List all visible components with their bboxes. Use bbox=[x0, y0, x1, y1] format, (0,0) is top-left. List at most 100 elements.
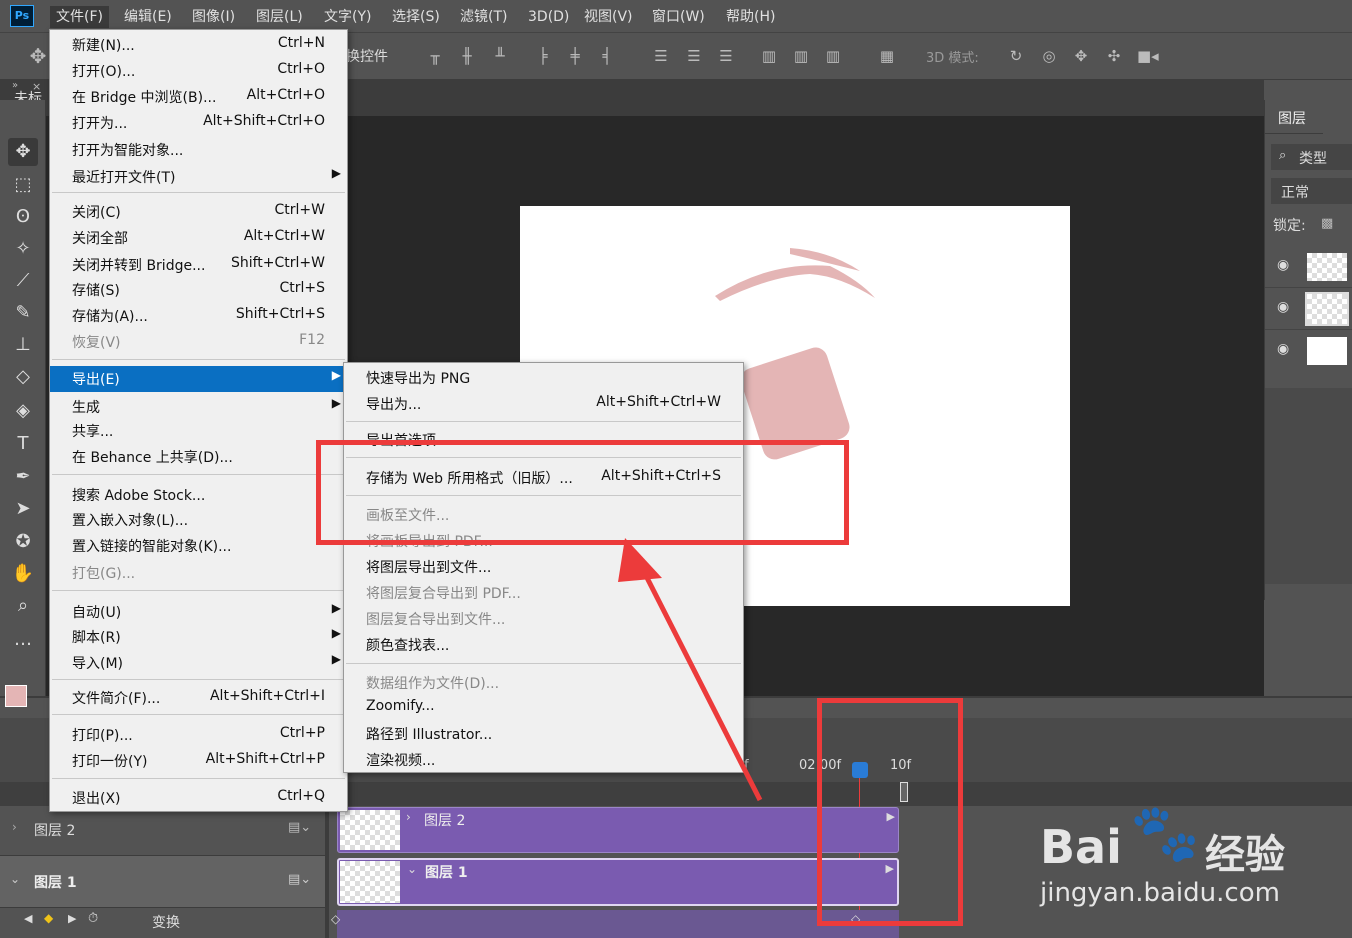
marquee-tool-icon[interactable]: ⬚ bbox=[8, 171, 38, 199]
menu-item-print-one[interactable]: 打印一份(Y) Alt+Shift+Ctrl+P bbox=[50, 748, 347, 774]
menu-item-close-all[interactable]: 关闭全部 Alt+Ctrl+W bbox=[50, 225, 347, 251]
menu-item-generate[interactable]: 生成 ▶ bbox=[50, 394, 347, 420]
menu-item-recent[interactable]: 最近打开文件(T) ▶ bbox=[50, 164, 347, 190]
menu-item-share[interactable]: 共享... bbox=[50, 418, 347, 444]
menu-item-open-as[interactable]: 打开为... Alt+Shift+Ctrl+O bbox=[50, 110, 347, 136]
shape-tool-icon[interactable]: ✪ bbox=[8, 528, 38, 556]
visibility-eye-icon[interactable]: ◉ bbox=[1277, 257, 1289, 273]
menu-item-quick-export-png[interactable]: 快速导出为 PNG bbox=[344, 365, 743, 391]
menu-edit[interactable]: 编辑(E) bbox=[124, 6, 172, 28]
menu-item-save[interactable]: 存储(S) Ctrl+S bbox=[50, 277, 347, 303]
eraser-tool-icon[interactable]: ◇ bbox=[8, 363, 38, 391]
timeline-layer-row[interactable]: › 图层 2 ▤⌄ bbox=[0, 806, 325, 856]
timeline-layer-row[interactable]: ⌄ 图层 1 ▤⌄ bbox=[0, 856, 325, 908]
hand-tool-icon[interactable]: ✋ bbox=[8, 560, 38, 588]
brush-tool-icon[interactable]: ✎ bbox=[8, 299, 38, 327]
eyedropper-icon[interactable]: ⟋ bbox=[8, 267, 38, 295]
menu-item-automate[interactable]: 自动(U) ▶ bbox=[50, 599, 347, 625]
distribute-left-icon[interactable]: ▥ bbox=[759, 46, 779, 66]
menu-file[interactable]: 文件(F) bbox=[50, 6, 109, 28]
3d-orbit-icon[interactable]: ↻ bbox=[1006, 46, 1026, 66]
menu-item-close-to-bridge[interactable]: 关闭并转到 Bridge... Shift+Ctrl+W bbox=[50, 252, 347, 278]
keyframe-icon[interactable]: ◇ bbox=[331, 912, 340, 926]
menu-item-scripts[interactable]: 脚本(R) ▶ bbox=[50, 624, 347, 650]
stamp-tool-icon[interactable]: ⊥ bbox=[8, 331, 38, 359]
menu-help[interactable]: 帮助(H) bbox=[726, 6, 775, 28]
menu-item-place-embedded[interactable]: 置入嵌入对象(L)... bbox=[50, 507, 347, 533]
expand-chevron-icon[interactable]: ⌄ bbox=[407, 862, 417, 876]
expand-chevron-icon[interactable]: › bbox=[406, 810, 411, 824]
lasso-tool-icon[interactable]: ʘ bbox=[8, 203, 38, 231]
menu-item-close[interactable]: 关闭(C) Ctrl+W bbox=[50, 199, 347, 225]
magic-wand-icon[interactable]: ✧ bbox=[8, 235, 38, 263]
more-tools-icon[interactable]: … bbox=[8, 626, 38, 654]
align-vcenter-icon[interactable]: ╫ bbox=[457, 46, 477, 66]
menu-item-exit[interactable]: 退出(X) Ctrl+Q bbox=[50, 785, 347, 811]
distribute-top-icon[interactable]: ☰ bbox=[651, 46, 671, 66]
3d-slide-icon[interactable]: ✣ bbox=[1104, 46, 1124, 66]
align-right-icon[interactable]: ╡ bbox=[597, 46, 617, 66]
menu-item-print[interactable]: 打印(P)... Ctrl+P bbox=[50, 722, 347, 748]
align-hcenter-icon[interactable]: ╪ bbox=[565, 46, 585, 66]
menu-item-save-as[interactable]: 存储为(A)... Shift+Ctrl+S bbox=[50, 303, 347, 329]
menu-window[interactable]: 窗口(W) bbox=[652, 6, 705, 28]
expand-chevron-icon[interactable]: › bbox=[12, 820, 17, 834]
layer-row[interactable]: ◉ bbox=[1265, 246, 1352, 288]
3d-pan-icon[interactable]: ✥ bbox=[1071, 46, 1091, 66]
auto-align-icon[interactable]: ▦ bbox=[877, 46, 897, 66]
layer-2-track[interactable]: › 图层 2 ▶ bbox=[337, 807, 899, 853]
layer-row[interactable]: ◉ bbox=[1265, 288, 1352, 330]
zoom-tool-icon[interactable]: ⌕ bbox=[8, 592, 38, 620]
blend-mode-select[interactable]: 正常 bbox=[1271, 178, 1352, 204]
menu-layer[interactable]: 图层(L) bbox=[256, 6, 303, 28]
menu-item-import[interactable]: 导入(M) ▶ bbox=[50, 650, 347, 676]
layers-tab[interactable]: 图层 bbox=[1265, 100, 1323, 134]
foreground-color-swatch[interactable] bbox=[5, 685, 27, 707]
paint-bucket-icon[interactable]: ◈ bbox=[8, 397, 38, 425]
menu-item-place-linked[interactable]: 置入链接的智能对象(K)... bbox=[50, 533, 347, 559]
type-tool-icon[interactable]: T bbox=[8, 430, 38, 458]
film-strip-icon[interactable]: ▤⌄ bbox=[288, 820, 311, 835]
menu-image[interactable]: 图像(I) bbox=[192, 6, 235, 28]
path-select-icon[interactable]: ➤ bbox=[8, 495, 38, 523]
align-bottom-icon[interactable]: ╨ bbox=[490, 46, 510, 66]
layer-filter[interactable]: ⌕ 类型 bbox=[1271, 144, 1352, 170]
menu-item-file-info[interactable]: 文件简介(F)... Alt+Shift+Ctrl+I bbox=[50, 685, 347, 711]
menu-3d[interactable]: 3D(D) bbox=[528, 6, 569, 28]
layer-row[interactable]: ◉ bbox=[1265, 330, 1352, 372]
visibility-eye-icon[interactable]: ◉ bbox=[1277, 299, 1289, 315]
menu-item-search-stock[interactable]: 搜索 Adobe Stock... bbox=[50, 482, 347, 508]
film-strip-icon[interactable]: ▤⌄ bbox=[288, 872, 311, 887]
menu-select[interactable]: 选择(S) bbox=[392, 6, 440, 28]
align-left-icon[interactable]: ╞ bbox=[533, 46, 553, 66]
move-tool-icon[interactable]: ✥ bbox=[8, 138, 38, 166]
3d-scale-icon[interactable]: ■◂ bbox=[1137, 46, 1159, 66]
menu-item-browse-bridge[interactable]: 在 Bridge 中浏览(B)... Alt+Ctrl+O bbox=[50, 84, 347, 110]
menu-type[interactable]: 文字(Y) bbox=[324, 6, 371, 28]
menu-item-share-behance[interactable]: 在 Behance 上共享(D)... bbox=[50, 444, 347, 470]
collapse-icon[interactable]: » bbox=[12, 80, 18, 91]
pen-tool-icon[interactable]: ✒ bbox=[8, 463, 38, 491]
menu-item-open[interactable]: 打开(O)... Ctrl+O bbox=[50, 58, 347, 84]
distribute-right-icon[interactable]: ▥ bbox=[823, 46, 843, 66]
menu-filter[interactable]: 滤镜(T) bbox=[460, 6, 507, 28]
move-tool-icon[interactable]: ✥ bbox=[28, 46, 48, 66]
3d-roll-icon[interactable]: ◎ bbox=[1039, 46, 1059, 66]
layer-1-track[interactable]: ⌄ 图层 1 ▶ bbox=[337, 858, 899, 906]
menu-item-new[interactable]: 新建(N)... Ctrl+N bbox=[50, 32, 347, 58]
expand-chevron-icon[interactable]: ⌄ bbox=[10, 872, 20, 886]
stopwatch-icon[interactable]: ⏱ bbox=[88, 911, 98, 926]
menu-view[interactable]: 视图(V) bbox=[584, 6, 633, 28]
align-top-icon[interactable]: ╥ bbox=[425, 46, 445, 66]
distribute-bottom-icon[interactable]: ☰ bbox=[716, 46, 736, 66]
lock-transparency-icon[interactable]: ▩ bbox=[1321, 216, 1333, 231]
keyframe-icon[interactable]: ◆ bbox=[44, 911, 53, 925]
menu-item-open-smart-object[interactable]: 打开为智能对象... bbox=[50, 137, 347, 163]
menu-item-export[interactable]: 导出(E) ▶ bbox=[50, 366, 347, 392]
menu-item-export-as[interactable]: 导出为... Alt+Shift+Ctrl+W bbox=[344, 391, 743, 417]
distribute-hcenter-icon[interactable]: ▥ bbox=[791, 46, 811, 66]
close-icon[interactable]: × bbox=[32, 80, 41, 93]
next-keyframe-icon[interactable]: ▶ bbox=[68, 912, 76, 925]
visibility-eye-icon[interactable]: ◉ bbox=[1277, 341, 1289, 357]
prev-keyframe-icon[interactable]: ◀ bbox=[24, 912, 32, 925]
